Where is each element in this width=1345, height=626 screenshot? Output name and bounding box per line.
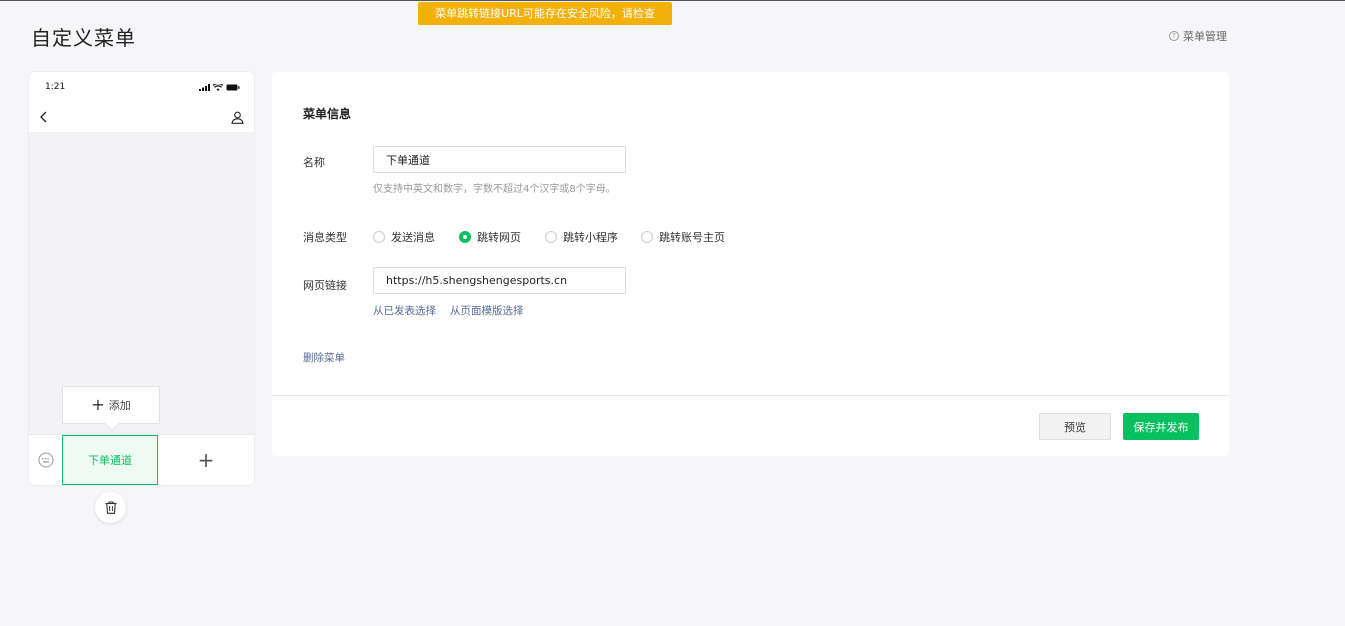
radio-dot — [641, 231, 653, 243]
save-and-publish-button[interactable]: 保存并发布 — [1123, 413, 1199, 440]
name-label: 名称 — [303, 156, 325, 169]
radio-jump-account-home[interactable]: 跳转账号主页 — [641, 229, 725, 245]
back-icon[interactable] — [39, 111, 49, 123]
menu-item-selected[interactable]: 下单通道 — [62, 435, 158, 485]
menu-name-input[interactable] — [373, 146, 626, 173]
battery-icon — [226, 84, 240, 90]
section-title: 菜单信息 — [303, 107, 352, 121]
page-title: 自定义菜单 — [31, 26, 136, 50]
phone-preview: 1:21 + 添加 下单通道 + — [29, 72, 254, 485]
message-type-label: 消息类型 — [303, 231, 347, 244]
footer-divider — [272, 395, 1229, 396]
profile-icon[interactable] — [231, 111, 244, 124]
add-submenu-label: 添加 — [108, 399, 131, 412]
status-icons — [199, 83, 240, 91]
top-border — [0, 0, 1345, 1]
message-type-group: 发送消息 跳转网页 跳转小程序 跳转账号主页 — [373, 229, 725, 245]
add-menu-button[interactable]: + — [158, 435, 254, 485]
phone-menu-bar: 下单通道 + — [29, 434, 254, 485]
phone-time: 1:21 — [45, 82, 66, 92]
radio-send-message[interactable]: 发送消息 — [373, 229, 459, 245]
radio-dot-checked — [459, 231, 471, 243]
phone-nav-bar — [29, 102, 254, 132]
radio-jump-webpage[interactable]: 跳转网页 — [459, 229, 545, 245]
preview-button[interactable]: 预览 — [1039, 413, 1111, 440]
plus-icon: + — [91, 395, 105, 414]
choose-from-template-link[interactable]: 从页面模版选择 — [450, 303, 524, 318]
radio-dot — [373, 231, 385, 243]
radio-label: 跳转网页 — [477, 231, 521, 244]
trash-icon — [105, 501, 116, 514]
radio-jump-miniprogram[interactable]: 跳转小程序 — [545, 229, 641, 245]
phone-status-bar: 1:21 — [29, 72, 254, 102]
add-submenu-button[interactable]: + 添加 — [62, 386, 160, 432]
delete-menu-link[interactable]: 删除菜单 — [303, 350, 345, 365]
signal-icon — [199, 83, 210, 91]
radio-label: 跳转账号主页 — [659, 231, 725, 244]
webpage-url-input[interactable] — [373, 267, 626, 294]
url-risk-warning: 菜单跳转链接URL可能存在安全风险，请检查 — [418, 2, 672, 25]
radio-dot — [545, 231, 557, 243]
delete-menu-trash-button[interactable] — [95, 492, 126, 523]
name-hint: 仅支持中英文和数字，字数不超过4个汉字或8个字母。 — [373, 184, 616, 195]
question-icon: ? — [1169, 31, 1179, 41]
url-label: 网页链接 — [303, 279, 347, 292]
radio-label: 发送消息 — [391, 231, 435, 244]
menu-management-help-link[interactable]: ? 菜单管理 — [1169, 28, 1227, 44]
help-link-label: 菜单管理 — [1183, 30, 1227, 43]
radio-label: 跳转小程序 — [563, 231, 618, 244]
wifi-icon — [213, 83, 223, 91]
keyboard-icon[interactable] — [29, 435, 62, 485]
menu-editor-panel: 菜单信息 名称 仅支持中英文和数字，字数不超过4个汉字或8个字母。 消息类型 发… — [272, 72, 1229, 456]
url-source-links: 从已发表选择 从页面模版选择 — [373, 303, 524, 318]
choose-from-published-link[interactable]: 从已发表选择 — [373, 303, 436, 318]
